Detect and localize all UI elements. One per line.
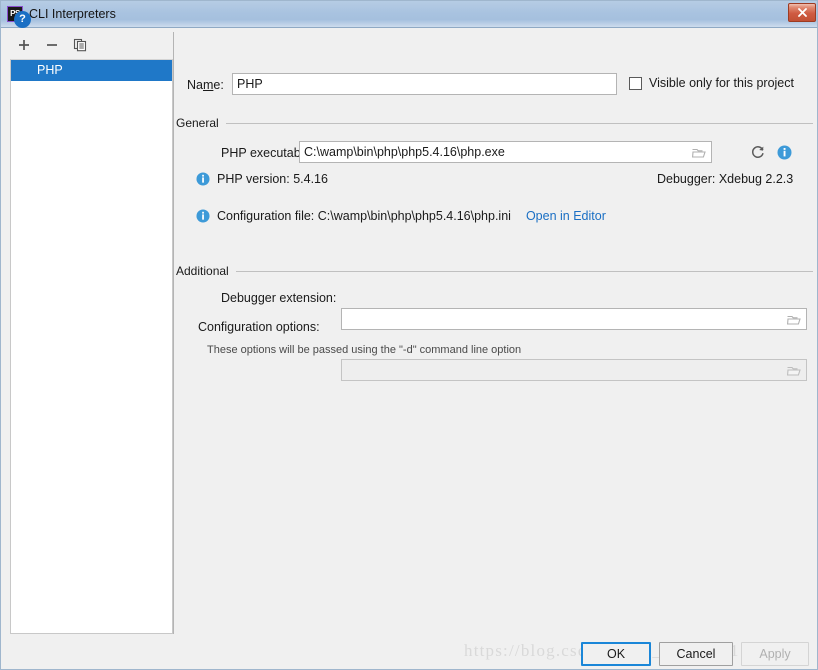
visible-only-checkbox[interactable]: Visible only for this project xyxy=(629,76,794,90)
group-divider-line xyxy=(235,270,813,272)
configuration-options-input[interactable] xyxy=(341,359,807,381)
info-icon xyxy=(196,172,210,186)
interpreter-details-panel: Name: PHP Visible only for this project … xyxy=(174,28,817,634)
interpreter-list[interactable]: PHP xyxy=(10,59,173,634)
php-executable-value: C:\wamp\bin\php\php5.4.16\php.exe xyxy=(304,145,505,159)
folder-browse-icon[interactable] xyxy=(688,143,710,162)
ok-button[interactable]: OK xyxy=(581,642,651,666)
info-icon[interactable] xyxy=(775,143,793,161)
group-divider-line xyxy=(225,122,813,124)
general-group-title: General xyxy=(176,116,219,130)
debugger-extension-label: Debugger extension: xyxy=(221,291,337,305)
configuration-options-hint: These options will be passed using the "… xyxy=(207,344,522,356)
list-item-label: PHP xyxy=(37,63,63,77)
info-icon xyxy=(196,209,210,223)
apply-button: Apply xyxy=(741,642,809,666)
cli-interpreters-dialog: PS CLI Interpreters xyxy=(0,0,818,670)
help-button[interactable]: ? xyxy=(14,11,31,28)
cancel-button[interactable]: Cancel xyxy=(659,642,733,666)
name-input-value: PHP xyxy=(237,77,263,91)
configuration-options-label: Configuration options: xyxy=(198,320,320,334)
configuration-file-text: Configuration file: C:\wamp\bin\php\php5… xyxy=(217,209,511,223)
general-group-header: General xyxy=(176,116,813,130)
refresh-icon[interactable] xyxy=(748,142,768,162)
folder-browse-icon[interactable] xyxy=(783,310,805,329)
open-in-editor-link[interactable]: Open in Editor xyxy=(526,209,606,223)
interpreter-list-panel: PHP xyxy=(1,28,174,634)
close-button[interactable] xyxy=(788,3,816,22)
php-version-info: PHP version: 5.4.16 xyxy=(196,172,328,186)
php-version-text: PHP version: 5.4.16 xyxy=(217,172,328,186)
copy-interpreter-button[interactable] xyxy=(69,35,91,55)
folder-browse-icon[interactable] xyxy=(783,361,805,380)
visible-only-label: Visible only for this project xyxy=(649,76,794,90)
debugger-extension-input[interactable] xyxy=(341,308,807,330)
remove-interpreter-button[interactable] xyxy=(41,35,63,55)
add-interpreter-button[interactable] xyxy=(13,35,35,55)
list-item[interactable]: PHP xyxy=(11,60,172,81)
name-label: Name: xyxy=(187,78,224,92)
checkbox-box[interactable] xyxy=(629,76,642,90)
name-label-mnemonic: m xyxy=(202,78,214,92)
title-bar: PS CLI Interpreters xyxy=(1,1,817,28)
window-title: CLI Interpreters xyxy=(29,7,116,21)
additional-group-header: Additional xyxy=(176,264,813,278)
list-toolbar xyxy=(1,33,174,59)
configuration-file-info: Configuration file: C:\wamp\bin\php\php5… xyxy=(196,209,606,223)
name-label-part1: Na xyxy=(187,78,203,92)
debugger-text: Debugger: Xdebug 2.2.3 xyxy=(657,172,794,186)
name-input[interactable]: PHP xyxy=(232,73,617,95)
additional-group-title: Additional xyxy=(176,264,229,278)
php-executable-input[interactable]: C:\wamp\bin\php\php5.4.16\php.exe xyxy=(299,141,712,163)
debugger-info: Debugger: Xdebug 2.2.3 xyxy=(657,172,793,186)
name-label-part2: e: xyxy=(213,78,224,92)
